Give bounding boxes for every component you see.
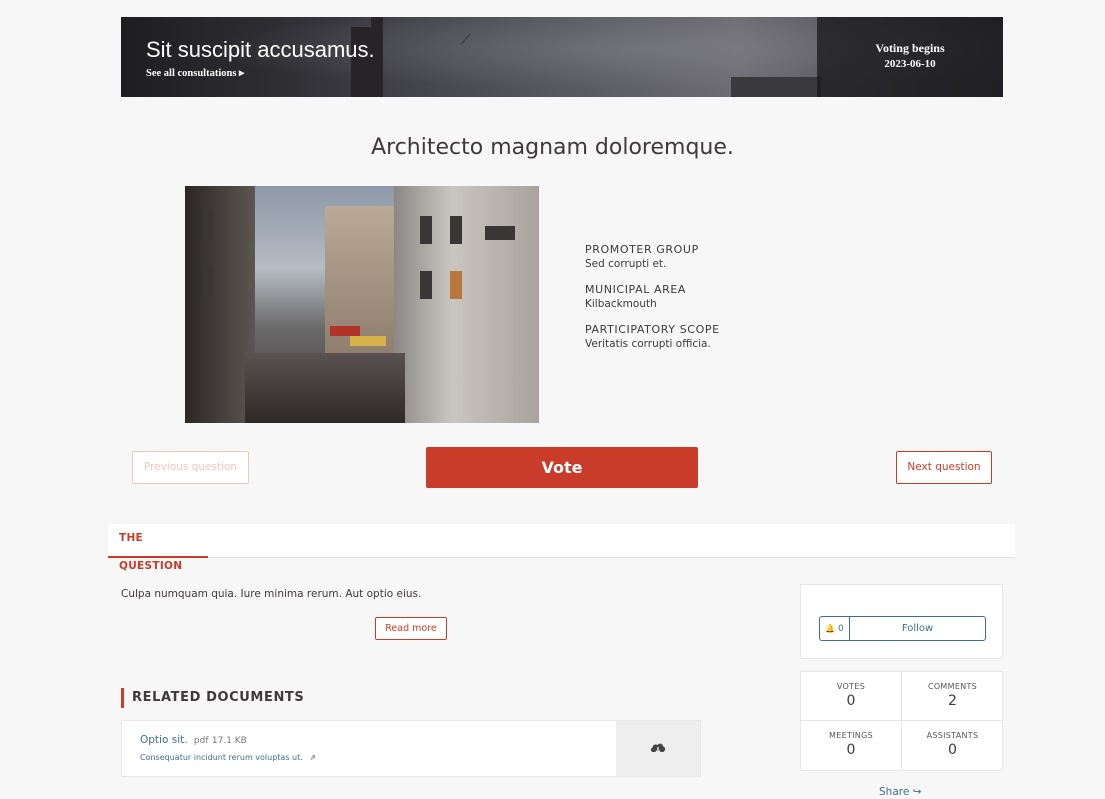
document-description: Consequatur incidunt rerum voluptas ut. … [140, 753, 316, 762]
meta-value: Kilbackmouth [585, 298, 657, 310]
stat-label: VOTES [836, 682, 866, 691]
see-all-consultations-link[interactable]: See all consultations ▸ [146, 67, 244, 79]
meta-value: Sed corrupti et. [585, 258, 667, 270]
meta-item-participatory-scope: PARTICIPATORY SCOPE Veritatis corrupti o… [585, 323, 885, 350]
photo-street [245, 353, 405, 423]
photo-window [203, 266, 213, 296]
tab-bar: THE QUESTION [108, 524, 1015, 572]
meta-label: PROMOTER GROUP [585, 243, 699, 256]
stat-assistants: ASSISTANTS 0 [902, 721, 1003, 770]
related-documents-heading: RELATED DOCUMENTS [121, 688, 304, 708]
voting-status-date: 2023-06-10 [884, 58, 936, 70]
photo-building [394, 186, 539, 423]
hero-banner: ⟋ Sit suscipit accusamus. See all consul… [121, 17, 1003, 97]
share-label: Share [879, 786, 910, 798]
read-more-button[interactable]: Read more [375, 617, 447, 640]
document-description-text: Consequatur incidunt rerum voluptas ut. [140, 753, 303, 762]
photo-window [420, 271, 432, 299]
follow-button[interactable]: 🔔 0 Follow [819, 616, 986, 641]
bell-icon: 🔔 [825, 624, 836, 633]
stat-value: 0 [846, 693, 856, 709]
photo-window [420, 216, 432, 244]
question-title: Architecto magnam doloremque. [371, 135, 734, 160]
consultation-title: Sit suscipit accusamus. [146, 37, 375, 62]
voting-status-label: Voting begins [875, 41, 945, 55]
stat-votes: VOTES 0 [801, 672, 902, 721]
question-description: Culpa numquam quia. Iure minima rerum. A… [121, 588, 422, 600]
follow-card: 🔔 0 Follow [800, 584, 1003, 659]
meta-value: Veritatis corrupti officia. [585, 338, 711, 350]
stats-card: VOTES 0 COMMENTS 2 MEETINGS 0 ASSISTANTS… [800, 671, 1003, 771]
photo-awning [330, 326, 360, 336]
share-icon: ↪ [912, 786, 922, 798]
cloud-download-icon [650, 743, 666, 754]
previous-question-button[interactable]: Previous question [132, 451, 249, 484]
stat-value: 0 [846, 742, 856, 758]
share-link[interactable]: Share ↪ [879, 786, 921, 798]
document-link[interactable]: Optio sit. pdf 17.1 KB [140, 734, 247, 746]
photo-window [485, 226, 515, 240]
meta-label: PARTICIPATORY SCOPE [585, 323, 720, 336]
stat-label: MEETINGS [829, 731, 873, 740]
external-link-icon: ⇗ [309, 753, 317, 762]
photo-window [450, 271, 462, 299]
stat-value: 2 [948, 693, 957, 709]
stat-comments: COMMENTS 2 [902, 672, 1003, 721]
meta-label: MUNICIPAL AREA [585, 283, 687, 296]
voting-status-panel: Voting begins 2023-06-10 [817, 17, 1003, 97]
photo-window [450, 216, 462, 244]
question-image [185, 186, 539, 423]
stat-value: 0 [948, 742, 957, 758]
stat-label: COMMENTS [927, 682, 978, 691]
page: ⟋ Sit suscipit accusamus. See all consul… [0, 0, 1105, 799]
document-type: pdf [193, 736, 209, 746]
stat-meetings: MEETINGS 0 [801, 721, 902, 770]
document-name: Optio sit. [140, 734, 188, 746]
vote-button[interactable]: Vote [426, 447, 698, 488]
meta-item-promoter-group: PROMOTER GROUP Sed corrupti et. [585, 243, 885, 270]
document-card: Optio sit. pdf 17.1 KB Consequatur incid… [121, 720, 701, 777]
hero-building [731, 77, 821, 97]
followers-count: 🔔 0 [820, 617, 850, 640]
tab-the-question[interactable]: THE QUESTION [108, 524, 208, 572]
followers-count-value: 0 [838, 624, 844, 634]
photo-sign [350, 336, 386, 346]
next-question-button[interactable]: Next question [896, 451, 992, 484]
question-metadata: PROMOTER GROUP Sed corrupti et. MUNICIPA… [585, 243, 885, 363]
photo-window [203, 211, 213, 241]
stat-label: ASSISTANTS [926, 731, 979, 740]
document-size: 17.1 KB [211, 736, 247, 746]
follow-label: Follow [901, 623, 934, 634]
bird-icon: ⟋ [461, 31, 471, 47]
meta-item-municipal-area: MUNICIPAL AREA Kilbackmouth [585, 283, 885, 310]
download-button[interactable] [616, 721, 700, 776]
